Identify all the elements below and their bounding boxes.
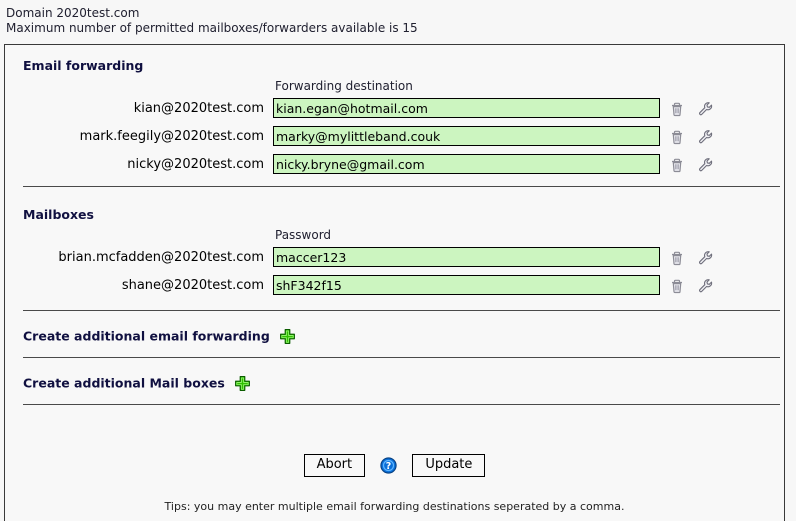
mailbox-row-actions <box>667 276 727 296</box>
trash-icon[interactable] <box>667 276 687 296</box>
forwarding-row-actions <box>667 99 727 119</box>
mailbox-password-input[interactable] <box>273 247 660 267</box>
wrench-icon[interactable] <box>696 248 716 268</box>
section-title-mailboxes: Mailboxes <box>23 207 94 222</box>
section-title-email-forwarding: Email forwarding <box>23 58 144 73</box>
mailbox-row: brian.mcfadden@2020test.com <box>5 247 784 269</box>
trash-icon[interactable] <box>667 127 687 147</box>
forwarding-row: kian@2020test.com <box>5 98 784 120</box>
forwarding-row-actions <box>667 127 727 147</box>
forwarding-address-label: nicky@2020test.com <box>127 157 264 172</box>
abort-button[interactable]: Abort <box>303 454 366 477</box>
trash-icon[interactable] <box>667 248 687 268</box>
svg-text:?: ? <box>386 461 392 472</box>
create-additional-mailboxes[interactable]: Create additional Mail boxes <box>23 373 251 393</box>
trash-icon[interactable] <box>667 155 687 175</box>
plus-icon[interactable] <box>234 375 251 392</box>
forwarding-destination-input[interactable] <box>273 98 660 118</box>
wrench-icon[interactable] <box>696 127 716 147</box>
create-additional-mailboxes-label: Create additional Mail boxes <box>23 375 225 391</box>
trash-icon[interactable] <box>667 99 687 119</box>
wrench-icon[interactable] <box>696 99 716 119</box>
forwarding-row: nicky@2020test.com <box>5 154 784 176</box>
forwarding-destination-input[interactable] <box>273 154 660 174</box>
column-header-password: Password <box>275 228 332 242</box>
forwarding-row: mark.feegily@2020test.com <box>5 126 784 148</box>
create-additional-email-forwarding[interactable]: Create additional email forwarding <box>23 326 296 346</box>
action-button-bar: Abort ? Update <box>5 454 784 477</box>
divider <box>23 404 780 405</box>
help-icon[interactable]: ? <box>380 457 397 474</box>
mailbox-address-label: shane@2020test.com <box>121 278 264 293</box>
wrench-icon[interactable] <box>696 155 716 175</box>
tips-text: Tips: you may enter multiple email forwa… <box>164 500 625 513</box>
domain-line: Domain 2020test.com <box>6 6 140 20</box>
plus-icon[interactable] <box>279 328 296 345</box>
mail-administration-page: Domain 2020test.com Maximum number of pe… <box>0 0 796 521</box>
mailbox-row-actions <box>667 248 727 268</box>
create-additional-email-forwarding-label: Create additional email forwarding <box>23 328 270 344</box>
divider <box>23 357 780 358</box>
divider <box>23 186 780 187</box>
forwarding-address-label: mark.feegily@2020test.com <box>79 129 264 144</box>
mailbox-address-label: brian.mcfadden@2020test.com <box>58 250 264 265</box>
settings-panel: Email forwarding Forwarding destination … <box>4 44 785 521</box>
mailbox-limit-line: Maximum number of permitted mailboxes/fo… <box>6 21 418 35</box>
mailbox-row: shane@2020test.com <box>5 275 784 297</box>
divider <box>23 310 780 311</box>
column-header-forwarding-destination: Forwarding destination <box>275 79 413 93</box>
forwarding-destination-input[interactable] <box>273 126 660 146</box>
forwarding-row-actions <box>667 155 727 175</box>
forwarding-address-label: kian@2020test.com <box>133 101 264 116</box>
page-header: Domain 2020test.com Maximum number of pe… <box>6 6 776 36</box>
update-button[interactable]: Update <box>412 454 486 477</box>
wrench-icon[interactable] <box>696 276 716 296</box>
mailbox-password-input[interactable] <box>273 275 660 295</box>
